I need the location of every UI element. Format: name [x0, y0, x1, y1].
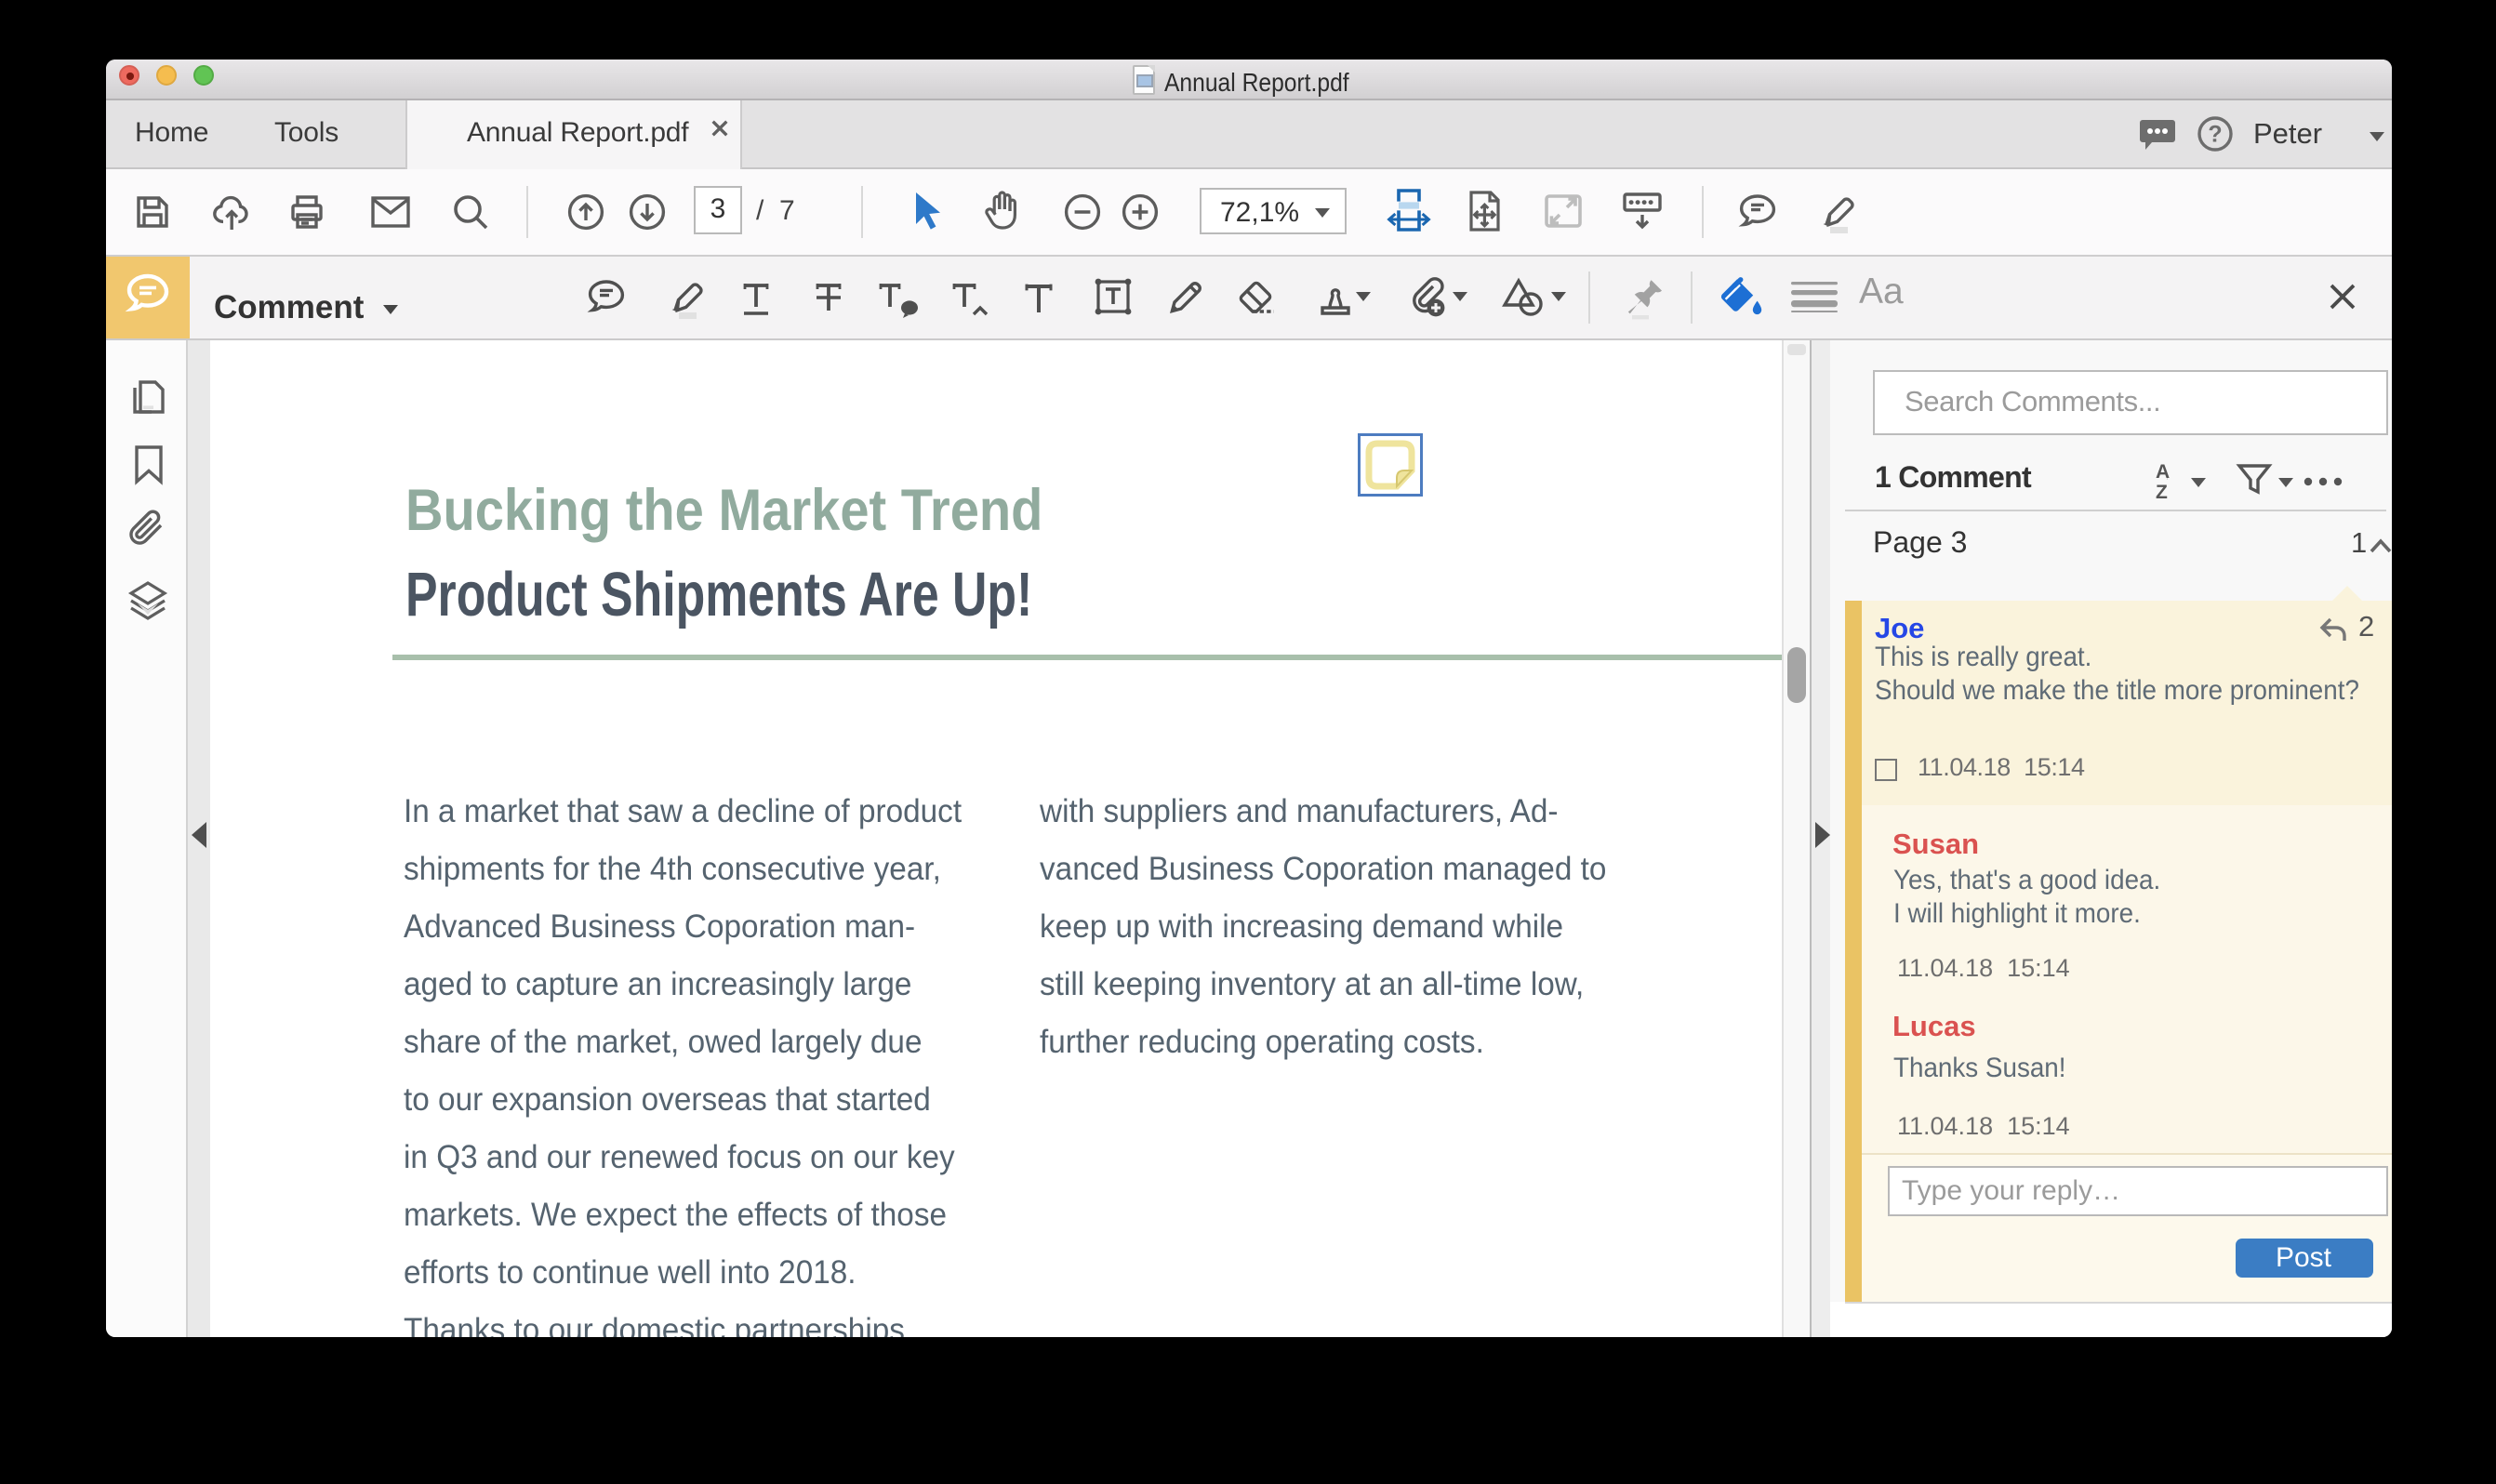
- svg-text:?: ?: [2207, 121, 2221, 147]
- svg-text:A: A: [2156, 460, 2170, 482]
- svg-text:Z: Z: [2156, 481, 2168, 502]
